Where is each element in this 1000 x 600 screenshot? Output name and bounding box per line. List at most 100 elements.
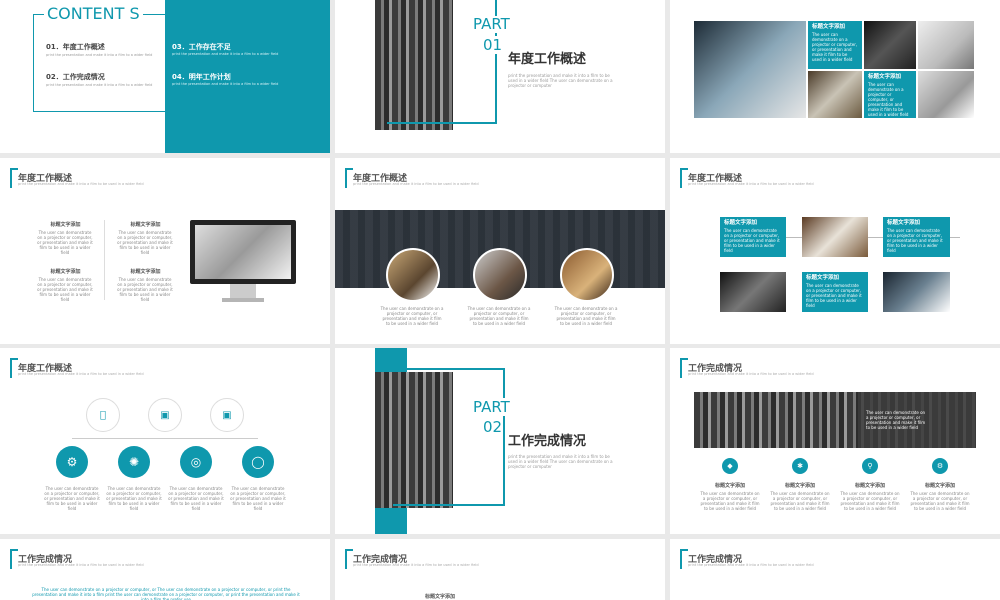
slide-text-block[interactable]: 工作完成情况 print the presentation and make i… (0, 539, 330, 600)
slide-icons[interactable]: 年度工作概述 print the presentation and make i… (0, 348, 330, 534)
monitor-base (222, 298, 264, 302)
desk-photo (918, 21, 974, 69)
feature-desc: The user can demonstrate on a projector … (910, 491, 970, 511)
item-desc: The user can demonstrate on a projector … (117, 230, 173, 255)
card-1: 标题文字添加 The user can demonstrate on a proj… (720, 217, 786, 257)
feature-icon-3: ⚲ (862, 458, 878, 474)
card-1: 标题文字添加 The user can demonstrate on a proj… (808, 21, 862, 69)
slide-monitor[interactable]: 年度工作概述 print the presentation and make i… (0, 158, 330, 344)
item-desc: print the presentation and make it into … (46, 83, 153, 87)
icon-desc: The user can demonstrate on a projector … (44, 486, 100, 511)
photo-circle-2 (473, 248, 527, 302)
body-text: The user can demonstrate on a projector … (32, 587, 300, 600)
icon-desc: The user can demonstrate on a projector … (230, 486, 286, 511)
card-desc: The user can demonstrate on a projector … (812, 32, 858, 62)
card-title: 标题文字添加 (868, 74, 902, 80)
item-title: 标题文字添加 (130, 269, 161, 275)
contents-frame (33, 14, 299, 112)
slide-part-01[interactable]: PART 01 年度工作概述 print the presentation an… (335, 0, 665, 153)
part-title: 工作完成情况 (508, 434, 587, 449)
laptop-photo (802, 217, 868, 257)
phone-photo (864, 21, 916, 69)
feature-icon-2: ✱ (792, 458, 808, 474)
title-bracket (680, 168, 688, 188)
contents-item-1[interactable]: 01．年度工作概述 print the presentation and mak… (46, 42, 152, 58)
aperture-icon: ✺ (118, 446, 150, 478)
feature-title: 标题文字添加 (784, 483, 815, 489)
icon-desc: The user can demonstrate on a projector … (106, 486, 162, 511)
item-num: 01． (46, 43, 63, 51)
feature-title: 标题文字添加 (854, 483, 885, 489)
slide-subtitle: print the presentation and make it into … (18, 372, 144, 376)
feature-icon-1: ◆ (722, 458, 738, 474)
card-2: 标题文字添加 The user can demonstrate on a proj… (883, 217, 950, 257)
slide-cards[interactable]: 年度工作概述 print the presentation and make i… (670, 158, 1000, 344)
slide-city-features[interactable]: 工作完成情况 print the presentation and make i… (670, 348, 1000, 534)
feature-desc: The user can demonstrate on a projector … (840, 491, 900, 511)
circle-desc: The user can demonstrate on a projector … (554, 306, 618, 326)
item-title: 标题文字添加 (130, 222, 161, 228)
item-desc: The user can demonstrate on a projector … (37, 277, 93, 302)
item-desc: The user can demonstrate on a projector … (117, 277, 173, 302)
contents-item-2[interactable]: 02．工作完成情况 print the presentation and mak… (46, 72, 152, 88)
cable-photo (883, 272, 950, 312)
circle-desc: The user can demonstrate on a projector … (467, 306, 531, 326)
item-label: 年度工作概述 (62, 43, 105, 51)
item-desc: print the presentation and make it into … (46, 53, 153, 57)
slide-subtitle: print the presentation and make it into … (688, 563, 814, 567)
icon-desc: The user can demonstrate on a projector … (168, 486, 224, 511)
photo-circle-3 (560, 248, 614, 302)
title-bracket (345, 549, 353, 569)
slide-contents[interactable]: CONTENT S 01．年度工作概述 print the presentati… (0, 0, 330, 153)
office-photo (918, 71, 974, 118)
slide-photo-grid[interactable]: 标题文字添加 The user can demonstrate on a proj… (670, 0, 1000, 153)
part-desc: print the presentation and make it into … (508, 454, 613, 469)
item-num: 02． (46, 73, 63, 81)
part-label: PART (473, 398, 510, 416)
contents-item-4[interactable]: 04．明年工作计划 print the presentation and mak… (172, 72, 278, 86)
slide-partial-3[interactable]: 工作完成情况 print the presentation and make i… (670, 539, 1000, 600)
item-title: 标题文字添加 (424, 594, 455, 600)
broadcast-icon: ◯ (242, 446, 274, 478)
feature-desc: The user can demonstrate on a projector … (700, 491, 760, 511)
card-desc: The user can demonstrate on a projector … (868, 82, 909, 117)
part-label: PART (473, 15, 510, 33)
feature-title: 标题文字添加 (924, 483, 955, 489)
target-icon: ◎ (180, 446, 212, 478)
title-bracket (680, 549, 688, 569)
contents-item-3[interactable]: 03．工作存在不足 print the presentation and mak… (172, 42, 278, 56)
part-number: 01 (483, 36, 503, 54)
feature-title: 标题文字添加 (714, 483, 745, 489)
item-label: 明年工作计划 (188, 73, 231, 81)
item-num: 04． (172, 73, 189, 81)
instagram-icon: ▣ (148, 398, 182, 432)
card-2: 标题文字添加 The user can demonstrate on a proj… (864, 71, 916, 118)
laptop-photo (808, 71, 862, 118)
title-bracket (10, 549, 18, 569)
item-desc: print the presentation and make it into … (172, 82, 279, 86)
apple-icon:  (86, 398, 120, 432)
part-number: 02 (483, 418, 503, 436)
divider (104, 220, 105, 300)
photo-circle-1 (386, 248, 440, 302)
item-desc: print the presentation and make it into … (172, 52, 279, 56)
part-title: 年度工作概述 (508, 52, 587, 67)
item-desc: The user can demonstrate on a projector … (37, 230, 93, 255)
slide-partial-2[interactable]: 工作完成情况 print the presentation and make i… (335, 539, 665, 600)
part-desc: print the presentation and make it into … (508, 73, 613, 88)
feature-desc: The user can demonstrate on a projector … (770, 491, 830, 511)
slide-banner-circles[interactable]: 年度工作概述 print the presentation and make i… (335, 158, 665, 344)
slide-part-02[interactable]: PART 02 工作完成情况 print the presentation an… (335, 348, 665, 534)
card-title: 标题文字添加 (812, 24, 846, 30)
banner-text: The user can demonstrate on a projector … (866, 410, 926, 430)
contents-heading: CONTENT S (44, 5, 143, 23)
item-title: 标题文字添加 (50, 269, 81, 275)
phone-photo (720, 272, 786, 312)
slide-subtitle: print the presentation and make it into … (353, 182, 479, 186)
title-bracket (10, 168, 18, 188)
slide-subtitle: print the presentation and make it into … (18, 563, 144, 567)
circle-desc: The user can demonstrate on a projector … (380, 306, 444, 326)
title-bracket (10, 358, 18, 378)
part-frame (393, 368, 505, 506)
slide-subtitle: print the presentation and make it into … (688, 182, 814, 186)
